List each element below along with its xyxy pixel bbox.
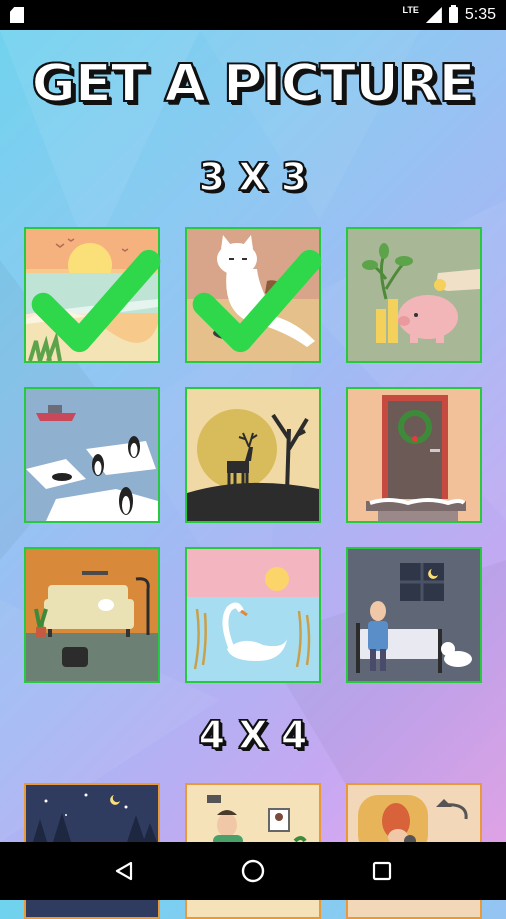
battery-icon — [448, 5, 458, 23]
sd-card-icon — [10, 7, 24, 23]
picture-tile-penguins-on-ice[interactable] — [24, 387, 160, 523]
picture-tile-bedroom-cat[interactable] — [346, 547, 482, 683]
recents-square-icon — [372, 861, 391, 881]
home-button[interactable] — [228, 846, 278, 896]
completed-check-icon — [192, 249, 322, 353]
home-circle-icon — [241, 859, 265, 883]
recents-button[interactable] — [357, 846, 407, 896]
picture-tile-piggy-bank[interactable] — [346, 227, 482, 363]
picture-grid-3x3 — [24, 227, 482, 683]
section-label-3x3: 3 X 3 — [198, 154, 308, 200]
navigation-bar — [0, 842, 506, 900]
network-type: LTE — [402, 5, 419, 15]
picture-tile-living-room-cat[interactable] — [24, 547, 160, 683]
clock: 5:35 — [464, 6, 496, 23]
picture-tile-swan-lake[interactable] — [185, 547, 321, 683]
picture-tile-deer-silhouette[interactable] — [185, 387, 321, 523]
picture-tile-beach-sunset[interactable] — [24, 227, 161, 363]
picture-tile-christmas-door[interactable] — [346, 387, 482, 523]
status-bar: LTE 5:35 — [0, 0, 506, 30]
completed-check-icon — [31, 249, 161, 353]
signal-icon — [425, 7, 442, 23]
back-button[interactable] — [99, 846, 149, 896]
back-triangle-icon — [116, 861, 133, 881]
page-title: GET A PICTURE — [31, 53, 477, 115]
picture-tile-cat-with-bowl[interactable] — [185, 227, 322, 363]
section-label-4x4: 4 X 4 — [198, 712, 308, 758]
